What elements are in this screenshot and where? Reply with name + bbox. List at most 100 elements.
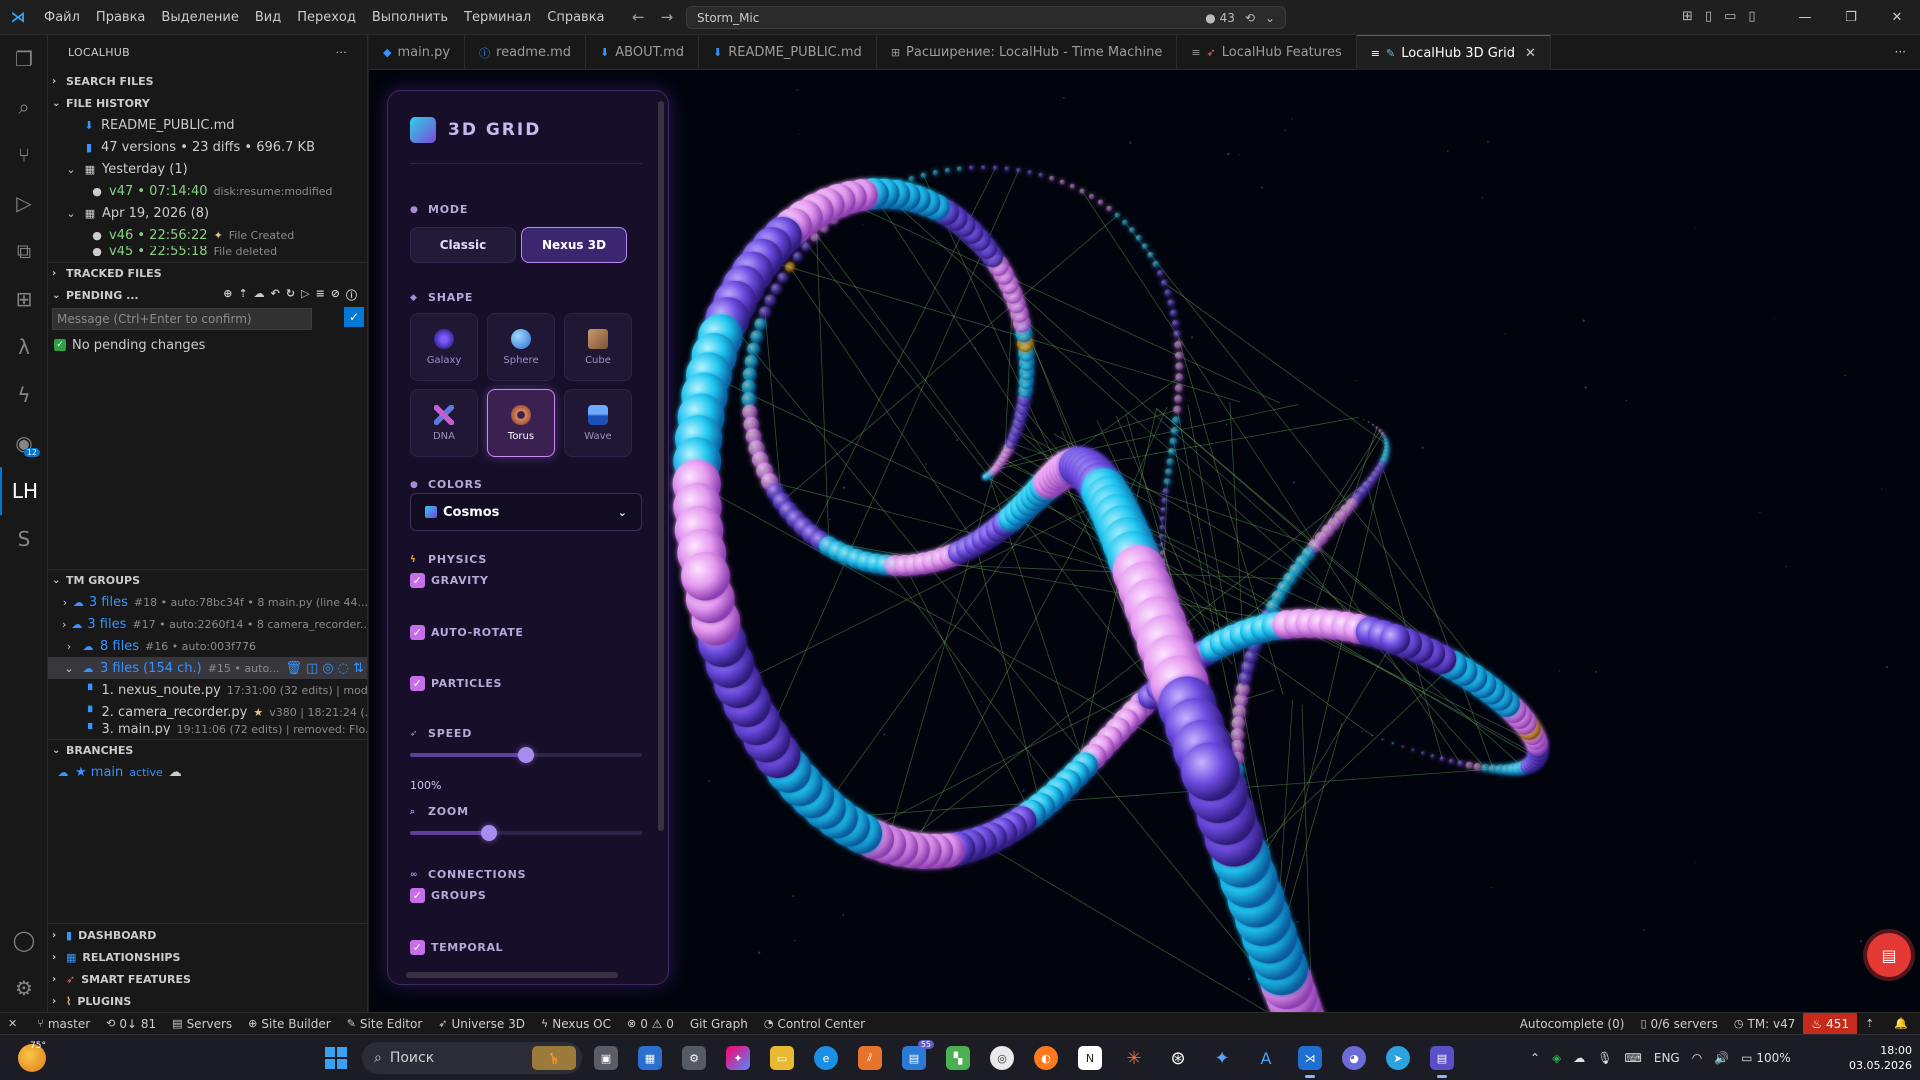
file-node[interactable] xyxy=(1175,351,1183,360)
file-node[interactable] xyxy=(1038,172,1044,178)
file-node[interactable] xyxy=(1049,175,1055,181)
forward-arrow-icon[interactable]: → xyxy=(661,8,674,26)
refresh-icon[interactable]: ↻ xyxy=(286,287,295,303)
file-node[interactable] xyxy=(1171,319,1180,328)
section-tm-groups[interactable]: ⌄ TM GROUPS xyxy=(48,569,367,591)
file-node[interactable] xyxy=(1135,234,1143,242)
file-node[interactable] xyxy=(1232,705,1247,719)
status-site-builder[interactable]: ⊕ Site Builder xyxy=(240,1017,339,1031)
file-node[interactable] xyxy=(1169,437,1178,446)
file-node[interactable] xyxy=(1175,362,1184,371)
localhub-icon[interactable]: LH xyxy=(0,467,48,515)
file-node[interactable] xyxy=(741,379,756,394)
upload-icon[interactable]: ⇡ xyxy=(238,287,247,303)
eye-off-icon[interactable]: ⊘ xyxy=(331,287,340,303)
section-tracked-files[interactable]: › TRACKED FILES xyxy=(48,262,367,284)
tm-group-row[interactable]: › ☁ 8 files #16 • auto:003f776 xyxy=(48,635,367,657)
gemini-icon[interactable]: ✦ xyxy=(1210,1046,1234,1070)
file-node[interactable] xyxy=(681,551,730,601)
file-node[interactable] xyxy=(1165,468,1173,476)
group-file-row[interactable]: ▘ 3. main.py 19:11:06 (72 edits) | removed… xyxy=(48,723,367,735)
cloud-icon[interactable]: ☁ xyxy=(254,287,265,303)
file-node[interactable] xyxy=(1448,758,1455,765)
file-node[interactable] xyxy=(1059,179,1065,185)
status-sync[interactable]: ⟲ 0↓ 81 xyxy=(98,1017,164,1031)
status-site-editor[interactable]: ✎ Site Editor xyxy=(339,1017,431,1031)
chat-app-icon[interactable]: ▤ 55 xyxy=(902,1040,934,1070)
search-icon[interactable]: ⌕ xyxy=(0,83,48,131)
speed-slider[interactable] xyxy=(410,747,642,763)
file-node[interactable] xyxy=(956,166,963,172)
file-node[interactable] xyxy=(1371,734,1374,737)
speed-slider-thumb[interactable] xyxy=(518,747,534,763)
file-node[interactable] xyxy=(1069,183,1075,189)
file-node[interactable] xyxy=(1341,722,1343,724)
file-node[interactable] xyxy=(1122,219,1128,226)
tab-localhub-3d-grid[interactable]: ≡ ✎ LocalHub 3D Grid ✕ xyxy=(1356,35,1551,70)
remote-indicator[interactable]: ✕ xyxy=(0,1017,29,1030)
copilot-icon[interactable]: ✦ xyxy=(726,1046,750,1070)
file-node[interactable] xyxy=(1439,756,1445,762)
file-node[interactable] xyxy=(1166,458,1175,466)
status-notifications[interactable]: 🔔 xyxy=(1886,1017,1920,1030)
file-node[interactable] xyxy=(1465,761,1473,769)
tm-group-row-selected[interactable]: ⌄ ☁ 3 files (154 ch.) #15 • auto... 🗑◫◎◌⇅ xyxy=(48,657,367,679)
section-pending[interactable]: ⌄ PENDING ... ⊕ ⇡ ☁ ↶ ↻ ▷ ≡ ⊘ ⓘ xyxy=(48,284,367,306)
tab-extension-time-machine[interactable]: ⊞ Расширение: LocalHub - Time Machine xyxy=(877,35,1178,70)
watch-icon[interactable]: ◉ 12 xyxy=(0,419,48,467)
battery-indicator[interactable]: ▭ 100% xyxy=(1741,1051,1790,1065)
file-node[interactable] xyxy=(1367,421,1370,424)
file-node[interactable] xyxy=(1097,199,1104,206)
file-node[interactable] xyxy=(1193,628,1195,631)
file-node[interactable] xyxy=(1174,394,1183,403)
tm-group-row[interactable]: › ☁ 3 files #17 • auto:2260f14 • 8 camera_r… xyxy=(48,613,367,635)
section-search-files[interactable]: › SEARCH FILES xyxy=(48,70,367,92)
file-node[interactable] xyxy=(750,330,763,343)
account-icon[interactable]: ◯ xyxy=(0,916,48,964)
menu-view[interactable]: Вид xyxy=(247,0,289,35)
file-node[interactable] xyxy=(1457,760,1464,767)
file-node[interactable] xyxy=(741,392,757,407)
file-node[interactable] xyxy=(1152,260,1160,268)
file-node[interactable] xyxy=(1380,624,1410,655)
file-node[interactable] xyxy=(770,283,782,295)
tm-group-row[interactable]: › ☁ 3 files #18 • auto:78bc34f • 8 main.py … xyxy=(48,591,367,613)
file-node[interactable] xyxy=(1430,753,1435,759)
file-node[interactable] xyxy=(1160,506,1167,514)
file-node[interactable] xyxy=(1170,426,1179,435)
file-node[interactable] xyxy=(1372,423,1375,426)
file-node[interactable] xyxy=(968,165,975,171)
menu-go[interactable]: Переход xyxy=(289,0,364,35)
file-node[interactable] xyxy=(1159,550,1165,556)
info-icon[interactable]: ⓘ xyxy=(346,287,357,303)
task-view-icon[interactable]: ▣ xyxy=(594,1046,618,1070)
file-node[interactable] xyxy=(1147,251,1154,259)
file-node[interactable] xyxy=(1168,447,1176,456)
history-group-apr[interactable]: ⌄ ▦ Apr 19, 2026 (8) xyxy=(48,202,367,224)
file-node[interactable] xyxy=(754,318,767,331)
shape-sphere-button[interactable]: Sphere xyxy=(487,313,555,381)
file-node[interactable] xyxy=(792,251,803,262)
report-fab-button[interactable]: ▤ xyxy=(1867,933,1911,977)
command-center[interactable]: Storm_Mic ● 43 ⟲ ⌄ xyxy=(686,6,1286,29)
play-icon[interactable]: ▷ xyxy=(301,287,309,303)
file-node[interactable] xyxy=(1156,269,1164,277)
menu-edit[interactable]: Правка xyxy=(88,0,153,35)
telegram-icon[interactable]: ➤ xyxy=(1386,1046,1410,1070)
edge-icon[interactable]: e xyxy=(814,1046,838,1070)
explorer-icon[interactable]: ❐ xyxy=(0,35,48,83)
toggle-panel-icon[interactable]: ▭ xyxy=(1724,9,1736,24)
visual-studio-icon[interactable]: ▤ xyxy=(1430,1046,1454,1078)
panel-scrollbar-vertical[interactable] xyxy=(658,101,664,831)
file-node[interactable] xyxy=(1391,741,1395,745)
file-node[interactable] xyxy=(801,242,811,252)
lambda-icon[interactable]: λ xyxy=(0,323,48,371)
file-node[interactable] xyxy=(1187,622,1190,625)
zoom-slider[interactable] xyxy=(410,825,642,841)
auto-rotate-checkbox[interactable]: ✓ AUTO-ROTATE xyxy=(410,625,523,640)
file-node[interactable] xyxy=(744,355,758,369)
file-node[interactable] xyxy=(1351,726,1353,729)
file-node[interactable] xyxy=(1411,748,1415,752)
file-node[interactable] xyxy=(1358,417,1359,418)
history-file[interactable]: ⬇ README_PUBLIC.md xyxy=(48,114,367,136)
